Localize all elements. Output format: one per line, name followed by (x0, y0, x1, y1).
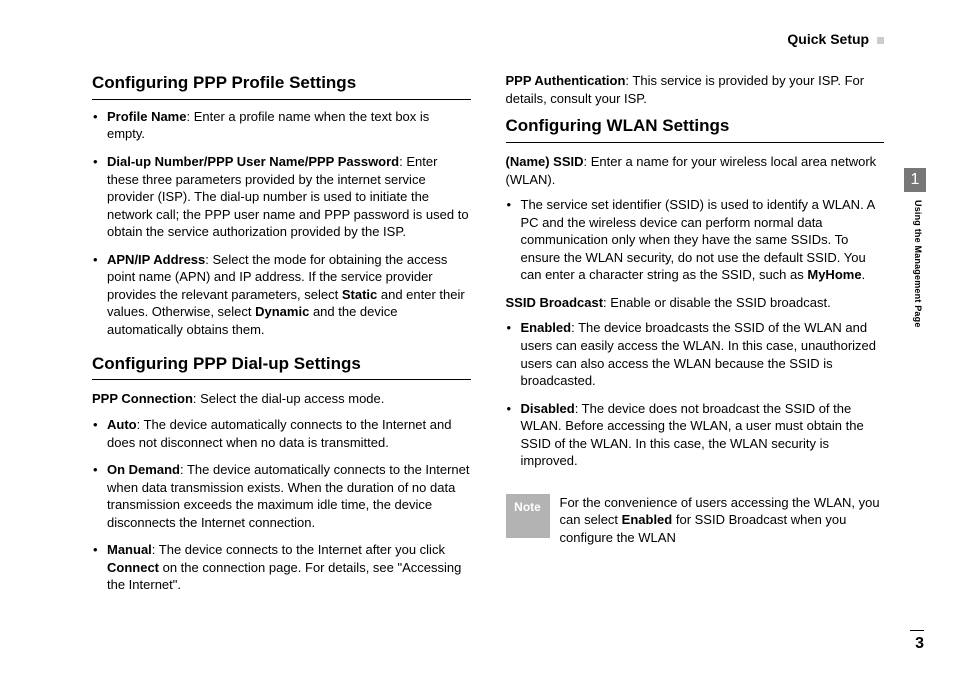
text: on the connection page. For details, see… (107, 560, 461, 593)
heading-ppp-profile: Configuring PPP Profile Settings (92, 72, 471, 100)
ppp-auth-para: PPP Authentication: This service is prov… (506, 72, 885, 107)
text: : The device automatically connects to t… (107, 417, 451, 450)
ssid-desc-list: The service set identifier (SSID) is use… (506, 196, 885, 284)
label-ppp-auth: PPP Authentication (506, 73, 626, 88)
label-enabled-inline: Enabled (622, 512, 673, 527)
list-item: Enabled: The device broadcasts the SSID … (506, 319, 885, 389)
header-bullet-icon (877, 37, 884, 44)
note-tag: Note (506, 494, 550, 538)
ppp-dialup-list: Auto: The device automatically connects … (92, 416, 471, 594)
list-item: The service set identifier (SSID) is use… (506, 196, 885, 284)
heading-ppp-dialup: Configuring PPP Dial-up Settings (92, 353, 471, 381)
label-dialup-params: Dial-up Number/PPP User Name/PPP Passwor… (107, 154, 399, 169)
list-item: Profile Name: Enter a profile name when … (92, 108, 471, 143)
label-on-demand: On Demand (107, 462, 180, 477)
label-ssid: (Name) SSID (506, 154, 584, 169)
label-static: Static (342, 287, 377, 302)
heading-wlan: Configuring WLAN Settings (506, 115, 885, 143)
page-number: 3 (910, 630, 924, 655)
note-text: For the convenience of users accessing t… (560, 494, 885, 547)
list-item: APN/IP Address: Select the mode for obta… (92, 251, 471, 339)
right-column: PPP Authentication: This service is prov… (506, 72, 885, 617)
label-ssid-broadcast: SSID Broadcast (506, 295, 604, 310)
header-title-text: Quick Setup (787, 31, 869, 47)
page: Quick Setup 1 Using the Management Page … (0, 0, 954, 677)
ssid-broadcast-list: Enabled: The device broadcasts the SSID … (506, 319, 885, 469)
chapter-tab: 1 (904, 168, 926, 192)
label-myhome: MyHome (807, 267, 861, 282)
label-profile-name: Profile Name (107, 109, 186, 124)
text: : The device broadcasts the SSID of the … (521, 320, 877, 388)
left-column: Configuring PPP Profile Settings Profile… (92, 72, 471, 617)
label-ppp-connection: PPP Connection (92, 391, 193, 406)
label-disabled: Disabled (521, 401, 575, 416)
list-item: Dial-up Number/PPP User Name/PPP Passwor… (92, 153, 471, 241)
list-item: Disabled: The device does not broadcast … (506, 400, 885, 470)
text: : Enable or disable the SSID broadcast. (603, 295, 831, 310)
label-auto: Auto (107, 417, 137, 432)
chapter-label: Using the Management Page (906, 200, 924, 328)
ppp-profile-list: Profile Name: Enter a profile name when … (92, 108, 471, 339)
label-enabled: Enabled (521, 320, 572, 335)
label-connect: Connect (107, 560, 159, 575)
list-item: Auto: The device automatically connects … (92, 416, 471, 451)
content-columns: Configuring PPP Profile Settings Profile… (92, 72, 884, 617)
ssid-lead: (Name) SSID: Enter a name for your wirel… (506, 153, 885, 188)
label-apn-ip: APN/IP Address (107, 252, 205, 267)
label-dynamic: Dynamic (255, 304, 309, 319)
text: . (862, 267, 866, 282)
note-box: Note For the convenience of users access… (506, 494, 885, 547)
ppp-connection-lead: PPP Connection: Select the dial-up acces… (92, 390, 471, 408)
list-item: Manual: The device connects to the Inter… (92, 541, 471, 594)
list-item: On Demand: The device automatically conn… (92, 461, 471, 531)
label-manual: Manual (107, 542, 152, 557)
text: : Select the dial-up access mode. (193, 391, 385, 406)
header-title: Quick Setup (787, 30, 884, 49)
ssid-broadcast-para: SSID Broadcast: Enable or disable the SS… (506, 294, 885, 312)
text: : The device connects to the Internet af… (152, 542, 445, 557)
